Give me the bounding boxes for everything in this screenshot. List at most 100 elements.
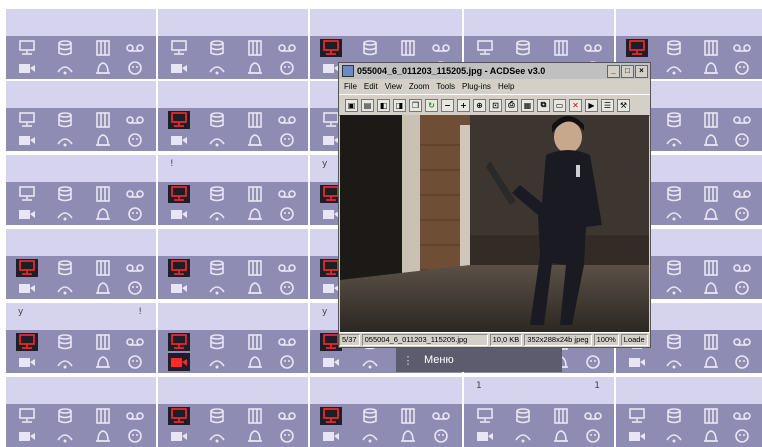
menu-edit[interactable]: Edit <box>364 82 378 91</box>
monitor-icon[interactable] <box>16 39 38 57</box>
film-icon[interactable] <box>244 407 266 425</box>
monitor-icon[interactable] <box>626 407 648 425</box>
camera-tile[interactable] <box>616 377 762 447</box>
camera-icon[interactable] <box>168 353 190 371</box>
disk-icon[interactable] <box>663 185 685 203</box>
tape-icon[interactable] <box>124 259 146 277</box>
film-icon[interactable] <box>244 259 266 277</box>
chat-icon[interactable] <box>731 353 753 371</box>
bell-icon[interactable] <box>244 131 266 149</box>
film-icon[interactable] <box>92 259 114 277</box>
zoom-out-icon[interactable]: − <box>441 98 454 112</box>
tools-icon[interactable]: ⚒ <box>617 98 630 112</box>
monitor-icon[interactable] <box>168 333 190 351</box>
walk-icon[interactable] <box>54 59 76 77</box>
disk-icon[interactable] <box>206 259 228 277</box>
tape-icon[interactable] <box>276 185 298 203</box>
camera-tile[interactable]: 11 <box>464 377 614 447</box>
monitor-icon[interactable] <box>168 111 190 129</box>
disk-icon[interactable] <box>54 333 76 351</box>
tape-icon[interactable] <box>124 333 146 351</box>
monitor-icon[interactable] <box>16 259 38 277</box>
fit-icon[interactable]: ⊡ <box>489 98 502 112</box>
chat-icon[interactable] <box>124 427 146 445</box>
chat-icon[interactable] <box>276 279 298 297</box>
disk-icon[interactable] <box>206 333 228 351</box>
copy2-icon[interactable]: ⧉ <box>537 98 550 112</box>
open-icon[interactable]: ▤ <box>361 98 374 112</box>
camera-tile[interactable] <box>158 303 308 373</box>
walk-icon[interactable] <box>54 427 76 445</box>
bell-icon[interactable] <box>700 353 722 371</box>
film-icon[interactable] <box>244 111 266 129</box>
chat-icon[interactable] <box>124 131 146 149</box>
maximize-button[interactable]: □ <box>621 64 634 78</box>
camera-tile[interactable] <box>158 229 308 299</box>
tape-icon[interactable] <box>124 185 146 203</box>
bell-icon[interactable] <box>244 205 266 223</box>
chat-icon[interactable] <box>124 279 146 297</box>
film-icon[interactable] <box>92 333 114 351</box>
prev-icon[interactable]: ◧ <box>377 98 390 112</box>
camera-icon[interactable] <box>168 279 190 297</box>
tape-icon[interactable] <box>430 39 452 57</box>
tape-icon[interactable] <box>731 333 753 351</box>
disk-icon[interactable] <box>663 259 685 277</box>
monitor-icon[interactable] <box>474 39 496 57</box>
camera-icon[interactable] <box>16 353 38 371</box>
disk-icon[interactable] <box>512 407 534 425</box>
bell-icon[interactable] <box>397 427 419 445</box>
disk-icon[interactable] <box>512 39 534 57</box>
film-icon[interactable] <box>700 185 722 203</box>
disk-icon[interactable] <box>54 39 76 57</box>
tape-icon[interactable] <box>582 407 604 425</box>
menu-plug-ins[interactable]: Plug-ins <box>462 82 491 91</box>
monitor-icon[interactable] <box>625 39 648 57</box>
disk-icon[interactable] <box>206 111 228 129</box>
disk-icon[interactable] <box>663 111 685 129</box>
walk-icon[interactable] <box>359 353 381 371</box>
camera-icon[interactable] <box>16 59 38 77</box>
camera-tile[interactable]: ! <box>158 155 308 225</box>
film-icon[interactable] <box>700 111 722 129</box>
close-button[interactable]: × <box>635 64 648 78</box>
monitor-icon[interactable] <box>16 407 38 425</box>
menu-tools[interactable]: Tools <box>436 82 455 91</box>
disk-icon[interactable] <box>359 407 381 425</box>
tape-icon[interactable] <box>276 259 298 277</box>
tape-icon[interactable] <box>276 333 298 351</box>
chat-icon[interactable] <box>276 205 298 223</box>
walk-icon[interactable] <box>206 279 228 297</box>
disk-icon[interactable] <box>359 39 381 57</box>
walk-icon[interactable] <box>206 353 228 371</box>
film-icon[interactable] <box>244 333 266 351</box>
minimize-button[interactable]: _ <box>607 64 620 78</box>
tape-icon[interactable] <box>124 39 146 57</box>
monitor-icon[interactable] <box>168 407 190 425</box>
chat-icon[interactable] <box>124 205 146 223</box>
bell-icon[interactable] <box>244 353 266 371</box>
bell-icon[interactable] <box>700 205 722 223</box>
walk-icon[interactable] <box>206 205 228 223</box>
disk-icon[interactable] <box>206 39 228 57</box>
menu-button[interactable]: ⋮ Меню <box>396 348 562 372</box>
film-icon[interactable] <box>92 111 114 129</box>
bell-icon[interactable] <box>92 279 114 297</box>
tape-icon[interactable] <box>124 111 146 129</box>
tape-icon[interactable] <box>124 407 146 425</box>
camera-tile[interactable] <box>158 9 308 79</box>
chat-icon[interactable] <box>731 427 753 445</box>
bell-icon[interactable] <box>244 427 266 445</box>
camera-icon[interactable] <box>168 205 190 223</box>
walk-icon[interactable] <box>206 59 228 77</box>
chat-icon[interactable] <box>124 353 146 371</box>
tape-icon[interactable] <box>731 111 753 129</box>
tape-icon[interactable] <box>731 407 753 425</box>
camera-tile[interactable] <box>6 81 156 151</box>
bell-icon[interactable] <box>92 205 114 223</box>
disk-icon[interactable] <box>54 185 76 203</box>
monitor-icon[interactable] <box>320 407 343 425</box>
chat-icon[interactable] <box>276 131 298 149</box>
tape-icon[interactable] <box>276 39 298 57</box>
camera-tile[interactable] <box>158 377 308 447</box>
